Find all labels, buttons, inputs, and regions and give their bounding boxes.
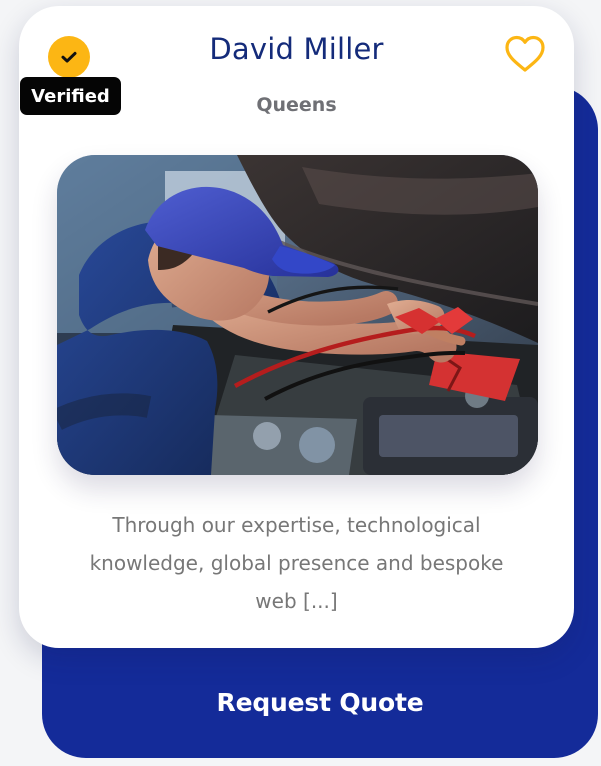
heart-outline-icon bbox=[505, 35, 545, 72]
mechanic-photo bbox=[57, 155, 538, 475]
provider-description: Through our expertise, technological kno… bbox=[89, 513, 504, 613]
favorite-button[interactable] bbox=[501, 32, 549, 76]
provider-card-stage: Request Quote Verified David Miller Quee… bbox=[0, 0, 601, 766]
request-quote-button[interactable]: Request Quote bbox=[42, 676, 598, 728]
provider-location: Queens bbox=[256, 94, 337, 116]
provider-name: David Miller bbox=[209, 32, 384, 66]
provider-card: Verified David Miller Queens Through our… bbox=[19, 6, 574, 648]
